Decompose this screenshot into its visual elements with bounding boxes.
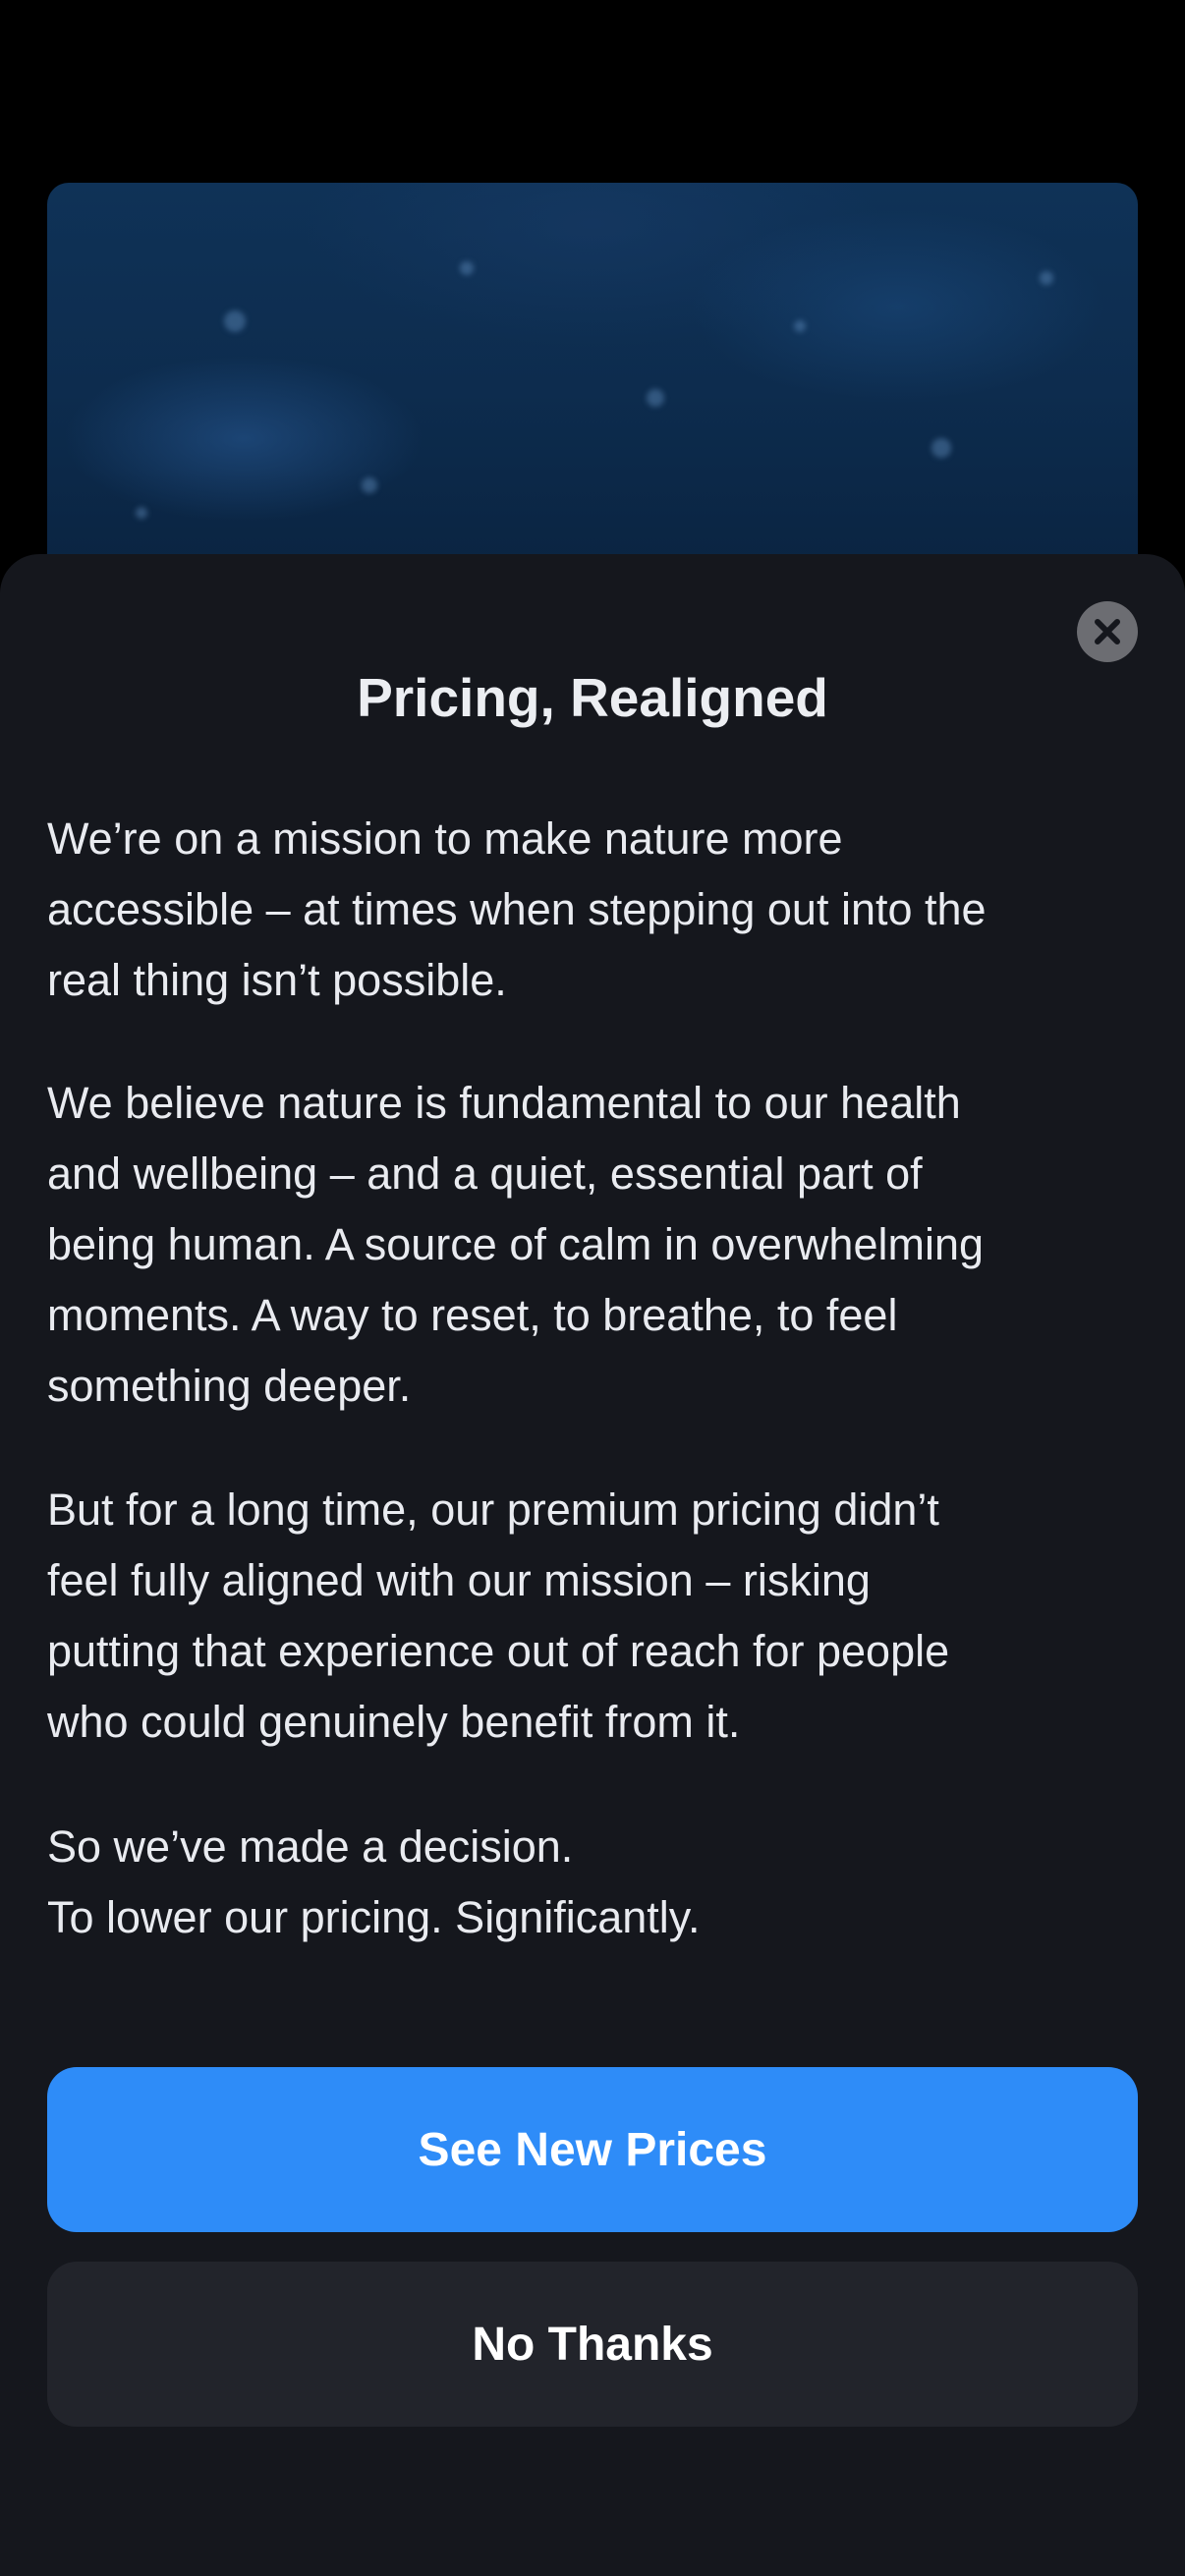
modal-title: Pricing, Realigned xyxy=(357,667,828,728)
pricing-history-line: But for a long time, our premium pricing… xyxy=(47,1484,939,1535)
belief-line: something deeper. xyxy=(47,1361,412,1411)
hero-speck xyxy=(362,477,377,493)
hero-speck xyxy=(136,507,147,519)
pricing-history-line: who could genuinely benefit from it. xyxy=(47,1697,741,1747)
belief-line: moments. A way to reset, to breathe, to … xyxy=(47,1290,898,1340)
belief-paragraph: We believe nature is fundamental to our … xyxy=(47,1068,1138,1422)
belief-line: and wellbeing – and a quiet, essential p… xyxy=(47,1148,923,1199)
no-thanks-button[interactable]: No Thanks xyxy=(47,2262,1138,2427)
hero-speck xyxy=(1040,271,1053,285)
hero-speck xyxy=(224,310,246,332)
pricing-history-line: putting that experience out of reach for… xyxy=(47,1626,950,1676)
belief-line: being human. A source of calm in overwhe… xyxy=(47,1219,985,1269)
belief-line: We believe nature is fundamental to our … xyxy=(47,1078,961,1128)
close-button[interactable] xyxy=(1077,601,1138,662)
mission-line: real thing isn’t possible. xyxy=(47,955,507,1005)
mission-line: accessible – at times when stepping out … xyxy=(47,884,987,934)
pricing-history-paragraph: But for a long time, our premium pricing… xyxy=(47,1475,1138,1758)
decision-paragraph: So we’ve made a decision. To lower our p… xyxy=(47,1812,1138,1953)
hero-speck xyxy=(794,320,806,332)
hero-speck xyxy=(460,261,474,275)
close-icon xyxy=(1095,619,1120,644)
hero-image xyxy=(47,183,1138,595)
pricing-history-line: feel fully aligned with our mission – ri… xyxy=(47,1555,871,1605)
see-new-prices-button[interactable]: See New Prices xyxy=(47,2067,1138,2232)
mission-line: We’re on a mission to make nature more xyxy=(47,813,843,864)
decision-line: So we’ve made a decision. xyxy=(47,1821,574,1872)
mission-paragraph: We’re on a mission to make nature more a… xyxy=(47,804,1138,1016)
hero-speck xyxy=(647,389,664,407)
decision-line: To lower our pricing. Significantly. xyxy=(47,1892,701,1942)
hero-speck xyxy=(931,438,951,458)
